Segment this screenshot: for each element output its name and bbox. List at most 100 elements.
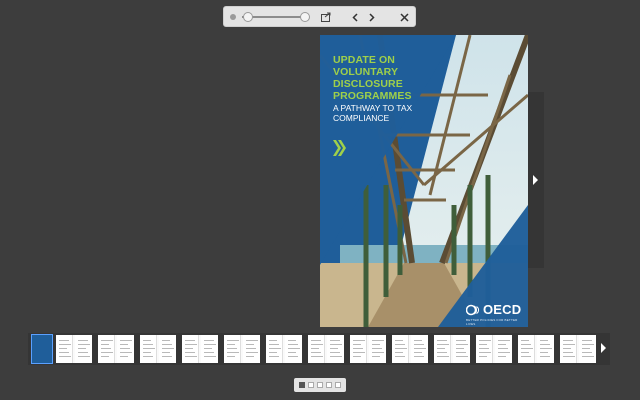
oecd-logo: OECD	[466, 302, 521, 317]
thumbnail-spread[interactable]	[98, 335, 134, 363]
thumbnail-page	[560, 335, 577, 363]
next-page-arrow-icon[interactable]	[530, 174, 540, 186]
thumbnail-text-line	[437, 356, 449, 357]
thumbnail-spread[interactable]	[56, 335, 92, 363]
thumbnail-text-line	[269, 352, 277, 353]
thumbnail-text-line	[227, 344, 235, 345]
thumbnail-text-line	[540, 352, 548, 353]
thumbnail-text-line	[498, 344, 506, 345]
pager-dot[interactable]	[326, 382, 332, 388]
thumbnail-text-line	[372, 344, 380, 345]
thumbnail-spread[interactable]	[350, 335, 386, 363]
pager-dot[interactable]	[308, 382, 314, 388]
thumbnail-text-line	[353, 344, 361, 345]
thumbnail-text-line	[101, 340, 113, 341]
thumbnail-page	[434, 335, 451, 363]
thumbnail-text-line	[204, 340, 214, 341]
thumbnails-next-icon[interactable]	[599, 342, 607, 354]
thumbnail-text-line	[498, 340, 510, 341]
thumbnail-page	[453, 335, 470, 363]
thumbnail-text-line	[227, 352, 239, 353]
thumbnail-text-line	[246, 340, 258, 341]
thumbnail-spread[interactable]	[518, 335, 554, 363]
close-icon	[399, 12, 409, 22]
thumbnail-text-line	[521, 340, 529, 341]
thumbnail-text-line	[59, 340, 69, 341]
thumbnail-text-line	[204, 348, 212, 349]
cover-title-line: DISCLOSURE	[333, 78, 403, 90]
thumbnail-text-line	[246, 352, 258, 353]
thumbnail-text-line	[456, 352, 466, 353]
thumbnail-text-line	[204, 352, 214, 353]
thumbnail-text-line	[414, 344, 424, 345]
thumbnail-text-line	[414, 356, 424, 357]
thumbnail-text-line	[101, 348, 111, 349]
thumbnail-text-line	[185, 348, 193, 349]
thumbnail-text-line	[395, 352, 403, 353]
thumbnail-text-line	[227, 356, 235, 357]
thumbnail-text-line	[395, 340, 403, 341]
thumbnail-text-line	[311, 352, 321, 353]
thumbnail-text-line	[162, 340, 170, 341]
thumbnail-text-line	[353, 356, 361, 357]
thumbnail-page	[392, 335, 409, 363]
thumbnail-text-line	[563, 348, 571, 349]
chevron-left-icon	[352, 12, 358, 22]
thumbnail-text-line	[479, 340, 491, 341]
pager-dot[interactable]	[335, 382, 341, 388]
thumbnail-page	[159, 335, 176, 363]
thumbnail-page	[411, 335, 428, 363]
thumbnail-text-line	[185, 344, 197, 345]
thumbnail-text-line	[395, 348, 407, 349]
thumbnail-text-line	[288, 352, 296, 353]
book-cover-page[interactable]: UPDATE ON VOLUNTARY DISCLOSURE PROGRAMME…	[320, 35, 528, 327]
thumbnail-page	[537, 335, 554, 363]
share-button[interactable]	[317, 8, 335, 26]
thumbnail-text-line	[437, 348, 445, 349]
thumbnail-cover[interactable]	[31, 334, 53, 364]
thumbnail-text-line	[498, 352, 510, 353]
previous-page-button[interactable]	[346, 8, 364, 26]
zoom-slider-handle[interactable]	[243, 12, 253, 22]
thumbnail-spread[interactable]	[392, 335, 428, 363]
thumbnail-text-line	[120, 356, 128, 357]
thumbnail-spread[interactable]	[308, 335, 344, 363]
viewer-toolbar	[223, 6, 416, 27]
thumbnail-text-line	[143, 352, 151, 353]
thumbnail-spread[interactable]	[140, 335, 176, 363]
thumbnail-spread[interactable]	[224, 335, 260, 363]
thumbnail-text-line	[437, 352, 447, 353]
thumbnail-text-line	[288, 340, 296, 341]
thumbnail-text-line	[120, 348, 130, 349]
thumbnail-page	[327, 335, 344, 363]
zoom-slider-max-handle[interactable]	[300, 12, 310, 22]
cover-title-line: PROGRAMMES	[333, 90, 412, 102]
thumbnail-text-line	[143, 356, 153, 357]
thumbnail-spread[interactable]	[266, 335, 302, 363]
pager-dot[interactable]	[317, 382, 323, 388]
next-page-button[interactable]	[363, 8, 381, 26]
oecd-tagline: BETTER POLICIES FOR BETTER LIVES	[466, 318, 518, 326]
thumbnail-text-line	[288, 344, 298, 345]
thumbnail-spread[interactable]	[476, 335, 512, 363]
thumbnail-text-line	[143, 344, 153, 345]
zoom-out-icon[interactable]	[230, 14, 236, 20]
thumbnail-text-line	[120, 340, 132, 341]
thumbnail-page	[201, 335, 218, 363]
cover-subtitle-line: COMPLIANCE	[333, 113, 390, 123]
thumbnail-page	[140, 335, 157, 363]
pager-dot[interactable]	[299, 382, 305, 388]
thumbnail-text-line	[479, 344, 487, 345]
thumbnail-text-line	[521, 344, 531, 345]
thumbnail-text-line	[521, 348, 533, 349]
thumbnail-spread[interactable]	[182, 335, 218, 363]
thumbnail-page	[56, 335, 73, 363]
thumbnail-text-line	[540, 356, 550, 357]
thumbnail-spread[interactable]	[560, 335, 596, 363]
close-button[interactable]	[395, 8, 413, 26]
thumbnail-spread[interactable]	[434, 335, 470, 363]
thumbnail-text-line	[330, 352, 340, 353]
thumbnail-text-line	[372, 352, 384, 353]
thumbnail-text-line	[582, 344, 594, 345]
thumbnail-text-line	[162, 348, 174, 349]
